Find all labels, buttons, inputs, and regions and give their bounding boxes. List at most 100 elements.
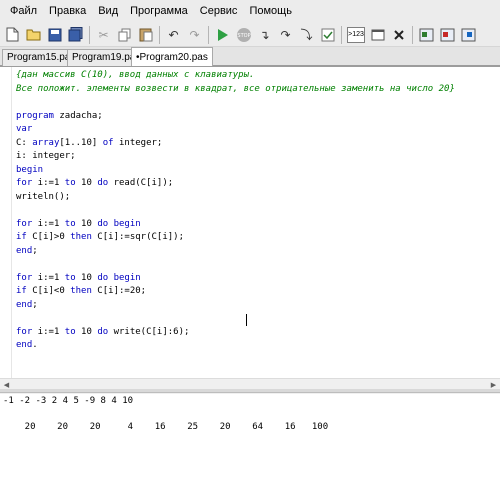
code-token: writeln();: [16, 191, 71, 202]
code-token: to: [64, 178, 76, 188]
code-token: {дан массив С(10), ввод данных с клавиат…: [16, 70, 255, 80]
run-icon[interactable]: [214, 26, 231, 43]
output-window: -1 -2 -3 2 4 5 -9 8 4 10 20 20 20 4 16 2…: [0, 394, 500, 477]
text-caret: [246, 314, 247, 326]
code-token: C[i]<0: [26, 286, 71, 296]
code-line: if C[i]>0 then C[i]:=sqr(C[i]);: [16, 231, 455, 245]
code-token: end: [16, 299, 33, 310]
toolbar-separator: [208, 25, 209, 44]
paste-icon[interactable]: [137, 26, 154, 43]
toolbar: ✂ ↶ ↷ STOP ↴ ↷ ⤵ >123: [0, 23, 500, 47]
code-token: 10: [75, 218, 98, 229]
code-token: to: [64, 272, 76, 283]
compile-icon[interactable]: [439, 26, 456, 43]
cut-icon[interactable]: ✂: [95, 26, 112, 43]
code-token: i: integer;: [16, 151, 76, 161]
code-token: for: [16, 326, 33, 337]
menu-help[interactable]: Помощь: [243, 0, 298, 23]
code-editor[interactable]: {дан массив С(10), ввод данных с клавиат…: [0, 66, 500, 379]
save-all-icon[interactable]: [67, 26, 84, 43]
menu-service[interactable]: Сервис: [194, 0, 244, 23]
code-token: integer;: [113, 137, 163, 148]
code-line: var: [16, 123, 455, 137]
code-line: begin: [16, 164, 455, 178]
open-file-icon[interactable]: [25, 26, 42, 43]
code-token: i:=1: [32, 272, 65, 283]
code-token: for: [16, 178, 33, 188]
code-token: ;: [32, 245, 38, 256]
code-token: begin: [113, 272, 141, 283]
source-code: {дан массив С(10), ввод данных с клавиат…: [16, 69, 455, 353]
code-token: 10: [75, 272, 98, 283]
code-line: Все положит. элементы возвести в квадрат…: [16, 83, 455, 97]
toolbar-separator: [412, 25, 413, 44]
code-line: {дан массив С(10), ввод данных с клавиат…: [16, 69, 455, 83]
svg-text:STOP: STOP: [237, 33, 250, 39]
compile-all-icon[interactable]: [460, 26, 477, 43]
code-template-icon[interactable]: [418, 26, 435, 43]
code-token: do: [97, 272, 109, 283]
code-token: C[i]:=20;: [91, 286, 147, 296]
code-token: end: [16, 245, 33, 256]
code-token: to: [64, 218, 76, 229]
code-token: C:: [16, 137, 33, 148]
code-token: Все положит. элементы возвести в квадрат…: [16, 83, 455, 94]
code-token: zadacha;: [53, 110, 103, 121]
code-token: then: [70, 286, 92, 296]
code-line: for i:=1 to 10 do write(C[i]:6);: [16, 326, 455, 340]
code-token: begin: [113, 218, 141, 229]
form-icon[interactable]: [369, 26, 386, 43]
close-icon[interactable]: [390, 26, 407, 43]
undo-icon[interactable]: ↶: [165, 26, 182, 43]
code-token: i:=1: [32, 218, 65, 229]
code-token: array: [32, 137, 60, 148]
save-icon[interactable]: [46, 26, 63, 43]
menu-file[interactable]: Файл: [4, 0, 43, 23]
code-token: then: [70, 232, 92, 242]
panel-splitter[interactable]: [0, 389, 500, 393]
toolbar-separator: [341, 25, 342, 44]
copy-icon[interactable]: [116, 26, 133, 43]
menu-view[interactable]: Вид: [92, 0, 124, 23]
code-line: end;: [16, 299, 455, 313]
code-token: var: [16, 124, 33, 134]
new-file-icon[interactable]: [4, 26, 21, 43]
menu-program[interactable]: Программа: [124, 0, 194, 23]
code-token: do: [97, 218, 109, 229]
code-token: write(C[i]:6);: [108, 326, 190, 337]
code-token: do: [97, 326, 109, 337]
code-token: of: [102, 137, 114, 148]
editor-gutter: [0, 67, 12, 379]
code-token: i:=1: [32, 178, 65, 188]
code-token: for: [16, 272, 33, 283]
toolbar-separator: [89, 25, 90, 44]
stop-icon[interactable]: STOP: [235, 26, 252, 43]
watch-icon[interactable]: [319, 26, 336, 43]
code-line: i: integer;: [16, 150, 455, 164]
code-token: C[i]>0: [26, 232, 71, 242]
output-window-icon[interactable]: >123: [347, 26, 365, 43]
code-line: program zadacha;: [16, 110, 455, 124]
code-token: ;: [32, 299, 38, 310]
code-token: end: [16, 340, 33, 350]
code-token: if: [16, 286, 27, 296]
code-token: program: [16, 110, 54, 121]
toolbar-separator: [159, 25, 160, 44]
horizontal-scrollbar[interactable]: ◀ ▶: [0, 378, 500, 389]
code-token: .: [32, 340, 38, 350]
step-over-icon[interactable]: ↷: [277, 26, 294, 43]
code-line: if C[i]<0 then C[i]:=20;: [16, 285, 455, 299]
code-line: end.: [16, 339, 455, 353]
tab-program20[interactable]: •Program20.pas: [131, 47, 213, 67]
code-line: for i:=1 to 10 do begin: [16, 272, 455, 286]
run-to-cursor-icon[interactable]: ⤵: [298, 26, 315, 43]
code-token: C[i]:=sqr(C[i]);: [91, 232, 185, 242]
step-into-icon[interactable]: ↴: [256, 26, 273, 43]
menu-edit[interactable]: Правка: [43, 0, 92, 23]
redo-icon[interactable]: ↷: [186, 26, 203, 43]
code-token: for: [16, 218, 33, 229]
